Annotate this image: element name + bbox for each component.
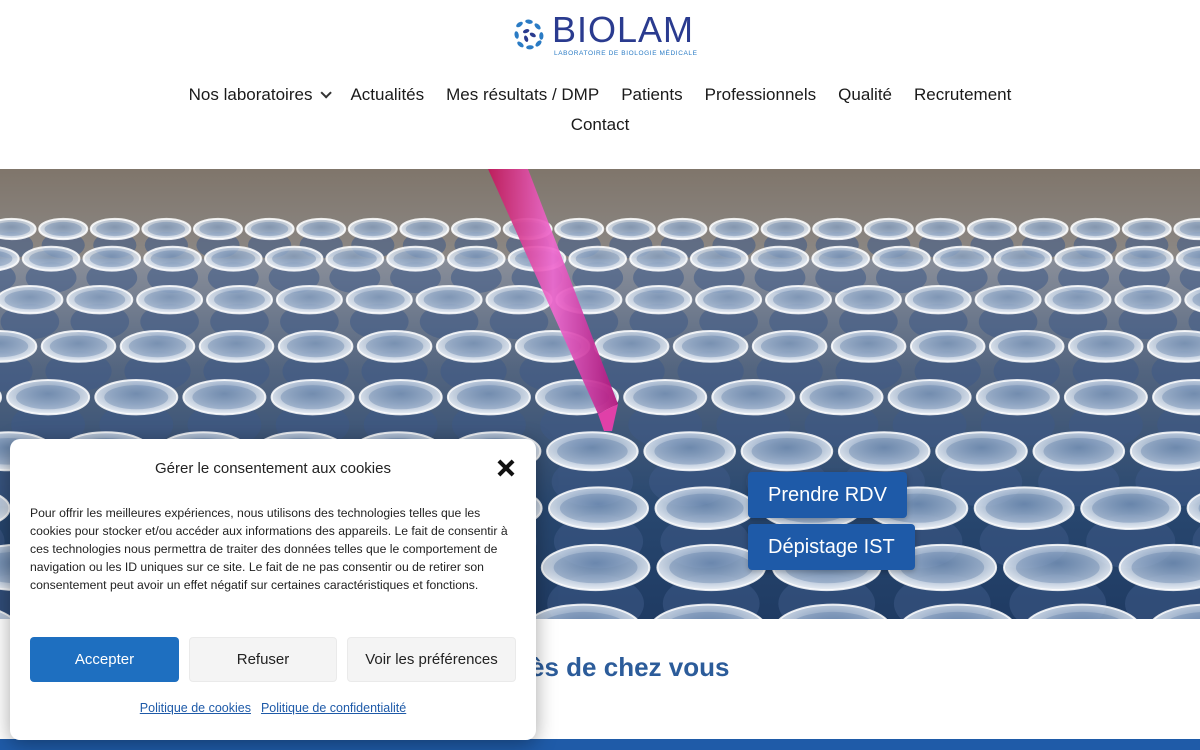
nav-item-patients[interactable]: Patients xyxy=(610,85,693,105)
logo-wordmark: BIOLAM xyxy=(552,9,695,50)
site-header: BIOLAM LABORATOIRE DE BIOLOGIE MÉDICALE … xyxy=(0,0,1200,169)
logo-tagline: LABORATOIRE DE BIOLOGIE MÉDICALE xyxy=(554,50,698,57)
nav-row-primary: Nos laboratoires Actualités Mes résultat… xyxy=(0,82,1200,108)
logo-mark-icon xyxy=(514,19,544,50)
close-icon[interactable] xyxy=(495,457,517,479)
prendre-rdv-button[interactable]: Prendre RDV xyxy=(748,472,907,518)
nav-item-label: Mes résultats / DMP xyxy=(446,85,600,104)
cookie-dialog-text: Pour offrir les meilleures expériences, … xyxy=(30,506,508,592)
nav-item-actualites[interactable]: Actualités xyxy=(339,85,435,105)
cookie-policy-link[interactable]: Politique de cookies xyxy=(140,701,251,715)
nav-item-contact[interactable]: Contact xyxy=(560,115,641,135)
site-logo[interactable]: BIOLAM LABORATOIRE DE BIOLOGIE MÉDICALE xyxy=(510,12,710,58)
cta-label: Dépistage IST xyxy=(768,535,895,558)
nav-item-label: Patients xyxy=(621,85,683,104)
nav-item-nos-laboratoires[interactable]: Nos laboratoires xyxy=(178,85,340,105)
cookie-dialog-title: Gérer le consentement aux cookies xyxy=(155,460,391,477)
nav-item-label: Professionnels xyxy=(704,85,817,104)
blue-band xyxy=(0,739,1200,750)
nav-item-label: Nos laboratoires xyxy=(188,85,313,104)
nav-item-professionnels[interactable]: Professionnels xyxy=(694,85,828,105)
nav-item-label: Qualité xyxy=(838,85,893,104)
view-preferences-button[interactable]: Voir les préférences xyxy=(347,637,516,682)
nav-item-mes-resultats[interactable]: Mes résultats / DMP xyxy=(435,85,610,105)
chevron-down-icon xyxy=(320,87,333,99)
nav-row-secondary: Contact xyxy=(0,112,1200,138)
nav-item-label: Actualités xyxy=(350,85,425,104)
nav-item-label: Contact xyxy=(570,115,630,134)
cookie-policy-links: Politique de cookies Politique de confid… xyxy=(10,701,536,715)
cookie-consent-dialog: Gérer le consentement aux cookies Pour o… xyxy=(10,439,536,740)
cta-label: Prendre RDV xyxy=(768,483,887,506)
refuse-cookies-button[interactable]: Refuser xyxy=(189,637,337,682)
nav-item-recrutement[interactable]: Recrutement xyxy=(903,85,1022,105)
accept-cookies-button[interactable]: Accepter xyxy=(30,637,179,682)
main-navigation: Nos laboratoires Actualités Mes résultat… xyxy=(0,82,1200,138)
nav-item-qualite[interactable]: Qualité xyxy=(827,85,903,105)
depistage-ist-button[interactable]: Dépistage IST xyxy=(748,524,915,570)
privacy-policy-link[interactable]: Politique de confidentialité xyxy=(261,701,406,715)
nav-item-label: Recrutement xyxy=(914,85,1012,104)
